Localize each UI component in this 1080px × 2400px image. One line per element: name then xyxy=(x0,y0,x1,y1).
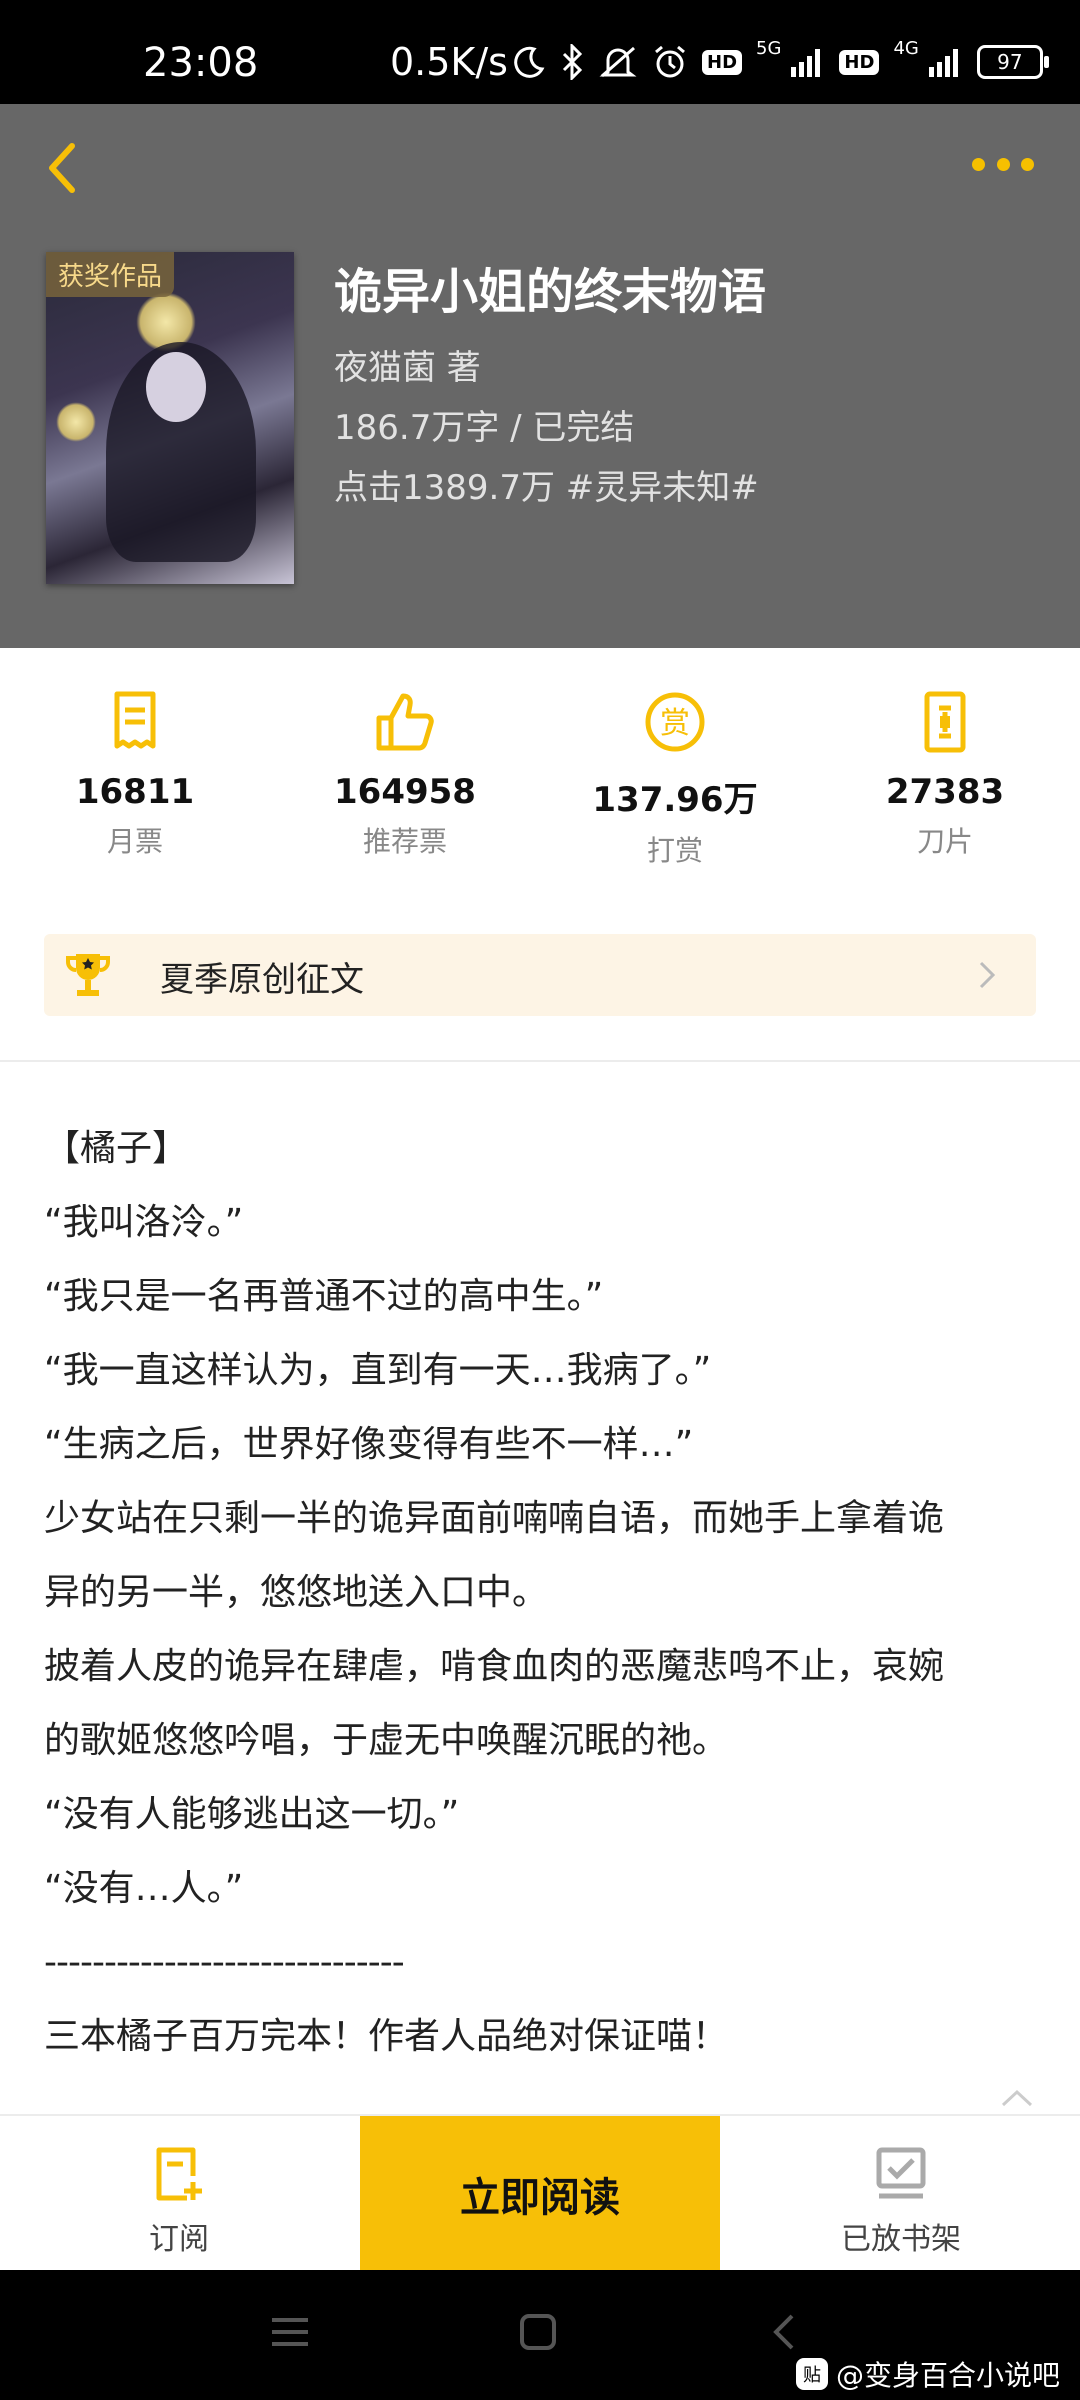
bluetooth-icon xyxy=(562,44,583,80)
watermark: 贴 @变身百合小说吧 xyxy=(796,2354,1060,2394)
menu-icon[interactable] xyxy=(268,2314,312,2350)
stat-value: 27383 xyxy=(885,772,1005,812)
synopsis-line: “没有…人。” xyxy=(44,1868,244,1909)
synopsis-line: 异的另一半，悠悠地送入口中。 xyxy=(44,1572,549,1613)
book-cover[interactable]: 获奖作品 xyxy=(46,252,294,584)
synopsis-line: “没有人能够逃出这一切。” xyxy=(44,1794,460,1835)
synopsis-line: “生病之后，世界好像变得有些不一样…” xyxy=(44,1424,694,1465)
reward-icon: 赏 xyxy=(645,692,705,752)
home-icon[interactable] xyxy=(518,2312,558,2352)
chevron-right-icon xyxy=(979,961,996,989)
stat-recommend-ticket[interactable]: 164958 推荐票 xyxy=(305,690,505,860)
stat-label: 刀片 xyxy=(916,825,973,858)
book-title: 诡异小姐的终末物语 xyxy=(334,264,767,320)
bookshelf-check-icon xyxy=(876,2147,926,2199)
stat-label: 月票 xyxy=(106,825,163,858)
event-banner[interactable]: 夏季原创征文 xyxy=(44,934,1036,1016)
synopsis-line: 少女站在只剩一半的诡异面前喃喃自语，而她手上拿着诡 xyxy=(44,1498,945,1539)
hd-badge-1: HD xyxy=(702,49,743,75)
book-header: 获奖作品 诡异小姐的终末物语 夜猫菌 著 186.7万字 / 已完结 点击138… xyxy=(0,104,1080,648)
system-nav-bar: 贴 @变身百合小说吧 xyxy=(0,2270,1080,2400)
status-time: 23:08 xyxy=(143,40,259,86)
subscribe-icon xyxy=(156,2147,202,2201)
stat-blade[interactable]: 27383 刀片 xyxy=(845,690,1045,860)
subscribe-button[interactable]: 订阅 xyxy=(0,2116,358,2272)
sim1-type: 5G xyxy=(756,37,782,59)
bottom-action-bar: 订阅 立即阅读 已放书架 xyxy=(0,2114,1080,2272)
cover-flower xyxy=(56,402,96,442)
book-word-count-status: 186.7万字 / 已完结 xyxy=(334,408,635,448)
synopsis-line: 【橘子】 xyxy=(44,1128,189,1169)
hd-badge-2: HD xyxy=(839,49,880,75)
book-synopsis: 【橘子】 “我叫洛泠。” “我只是一名再普通不过的高中生。” “我一直这样认为，… xyxy=(44,1112,1044,2074)
award-badge: 获奖作品 xyxy=(46,252,175,297)
stats-row: 16811 月票 164958 推荐票 赏 137.96万 打赏 27383 刀… xyxy=(0,690,1080,870)
subscribe-label: 订阅 xyxy=(149,2222,209,2257)
synopsis-line: 三本橘子百万完本！作者人品绝对保证喵！ xyxy=(44,2016,729,2057)
back-arrow-icon[interactable] xyxy=(42,138,82,198)
status-bar: 23:08 0.5K/s HD 5G HD 4G 97 xyxy=(0,0,1080,104)
read-now-button[interactable]: 立即阅读 xyxy=(360,2116,720,2272)
synopsis-line: “我只是一名再普通不过的高中生。” xyxy=(44,1276,604,1317)
bookshelf-label: 已放书架 xyxy=(841,2222,961,2257)
status-net-speed: 0.5K/s xyxy=(390,40,508,84)
svg-text:赏: 赏 xyxy=(660,706,690,741)
collapse-chevron-up-icon[interactable] xyxy=(1000,2088,1034,2108)
stat-value: 16811 xyxy=(75,772,195,812)
book-clicks-tags: 点击1389.7万 #灵异未知# xyxy=(334,468,759,508)
watermark-text: @变身百合小说吧 xyxy=(836,2359,1061,2392)
sim2-type: 4G xyxy=(893,37,919,59)
synopsis-line: 披着人皮的诡异在肆虐，啃食血肉的恶魔悲鸣不止，哀婉 xyxy=(44,1646,945,1687)
trophy-icon xyxy=(66,954,110,996)
stat-value: 137.96万 xyxy=(592,780,758,820)
more-options-icon[interactable] xyxy=(972,158,1034,178)
status-icons: HD 5G HD 4G 97 xyxy=(512,38,1049,80)
stat-reward[interactable]: 赏 137.96万 打赏 xyxy=(575,690,775,869)
blade-icon xyxy=(924,691,966,753)
stat-monthly-ticket[interactable]: 16811 月票 xyxy=(35,690,235,860)
stat-label: 推荐票 xyxy=(362,825,447,858)
event-label: 夏季原创征文 xyxy=(160,960,364,1000)
battery-level: 97 xyxy=(997,50,1023,74)
bookshelf-button[interactable]: 已放书架 xyxy=(722,2116,1080,2272)
alarm-icon xyxy=(655,45,685,78)
stat-label: 打赏 xyxy=(646,834,703,867)
cover-face xyxy=(146,352,206,422)
section-divider xyxy=(0,1060,1080,1062)
signal-icon-1 xyxy=(791,49,821,77)
stat-value: 164958 xyxy=(334,772,476,812)
thumbs-up-icon xyxy=(376,693,434,751)
monthly-ticket-icon xyxy=(114,691,156,749)
battery-icon: 97 xyxy=(976,45,1049,79)
synopsis-divider: ------------------------------ xyxy=(44,1942,405,1983)
moon-icon xyxy=(514,46,545,78)
synopsis-line: 的歌姬悠悠吟唱，于虚无中唤醒沉眠的祂。 xyxy=(44,1720,729,1761)
synopsis-line: “我叫洛泠。” xyxy=(44,1202,244,1243)
signal-icon-2 xyxy=(928,49,958,77)
book-author[interactable]: 夜猫菌 著 xyxy=(334,340,481,389)
synopsis-line: “我一直这样认为，直到有一天…我病了。” xyxy=(44,1350,712,1391)
mute-icon xyxy=(599,46,637,78)
nav-back-icon[interactable] xyxy=(770,2312,798,2352)
watermark-logo: 贴 xyxy=(796,2358,828,2390)
